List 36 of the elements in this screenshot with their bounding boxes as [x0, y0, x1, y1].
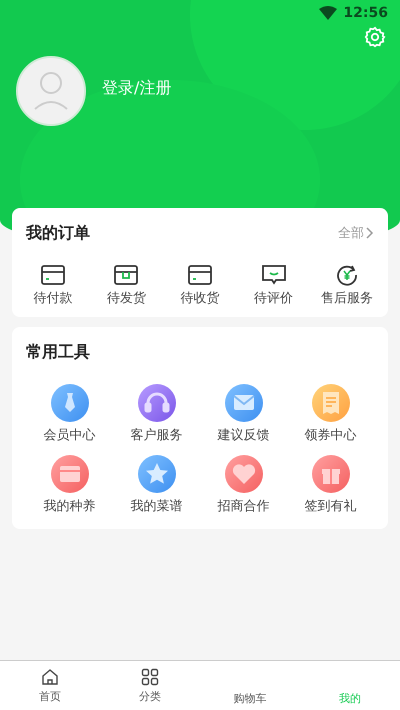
chat-bubble-icon [260, 264, 287, 286]
tool-item[interactable]: 客户服务 [122, 383, 190, 444]
tab[interactable]: 购物车 [200, 661, 300, 710]
status-time: 12:56 [343, 5, 388, 21]
tool-item[interactable]: 建议反馈 [210, 383, 278, 444]
envelope-icon [224, 383, 264, 423]
order-status-item[interactable]: 待评价 [240, 264, 308, 307]
person-icon [33, 71, 69, 111]
tool-item[interactable]: 招商合作 [210, 454, 278, 515]
order-status-item[interactable]: 待发货 [92, 264, 160, 307]
wifi-icon [319, 6, 338, 20]
card-icon [50, 454, 90, 494]
headset-icon [136, 383, 176, 423]
tool-item[interactable]: 会员中心 [36, 383, 104, 444]
settings-icon[interactable] [364, 26, 386, 48]
tab[interactable]: 首页 [0, 661, 100, 710]
tool-item[interactable]: 我的种养 [36, 454, 104, 515]
tool-item[interactable]: 签到有礼 [296, 454, 364, 515]
orders-title: 我的订单 [26, 222, 90, 244]
package-box-icon [40, 264, 66, 286]
order-status-item[interactable]: 待付款 [18, 264, 87, 307]
package-box-icon [113, 264, 140, 286]
order-status-item[interactable]: 待收货 [166, 264, 234, 307]
tab[interactable]: 分类 [100, 661, 200, 710]
tool-item[interactable]: 我的菜谱 [122, 454, 190, 515]
gift-icon [310, 454, 350, 494]
tool-item[interactable]: 领券中心 [296, 383, 364, 444]
receipt-icon [310, 383, 350, 423]
package-box-icon [186, 264, 213, 286]
tools-title: 常用工具 [26, 342, 90, 362]
order-status-item[interactable]: 售后服务 [313, 264, 382, 307]
refresh-yen-icon [336, 264, 358, 286]
tie-icon [50, 383, 90, 423]
grid-icon [141, 668, 159, 686]
chevron-right-icon [366, 227, 374, 239]
home-icon [41, 668, 59, 686]
